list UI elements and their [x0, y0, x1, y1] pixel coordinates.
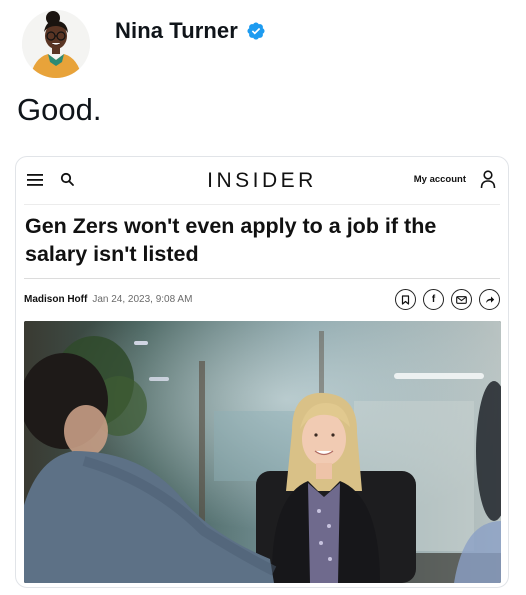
- byline: Madison Hoff Jan 24, 2023, 9:08 AM: [24, 294, 192, 305]
- article-author[interactable]: Madison Hoff: [24, 294, 87, 305]
- facebook-icon: f: [431, 294, 436, 305]
- author-avatar[interactable]: [22, 10, 90, 78]
- share-icon: [485, 296, 494, 303]
- author-row: Nina Turner: [115, 18, 266, 44]
- tweet-text: Good.: [17, 92, 102, 127]
- email-share-button[interactable]: [451, 289, 472, 310]
- user-icon[interactable]: [480, 169, 496, 189]
- avatar-illustration: [22, 10, 90, 78]
- share-buttons: f: [395, 289, 500, 310]
- bookmark-button[interactable]: [395, 289, 416, 310]
- article-card[interactable]: INSIDER My account Gen Zers won't even a…: [15, 156, 509, 588]
- headline-divider: [24, 278, 500, 279]
- my-account-link[interactable]: My account: [414, 174, 466, 185]
- verified-badge-icon: [247, 22, 265, 40]
- author-name[interactable]: Nina Turner: [115, 18, 238, 44]
- office-interview-photo: [24, 321, 501, 583]
- article-timestamp: Jan 24, 2023, 9:08 AM: [92, 294, 193, 305]
- header-divider: [24, 204, 500, 205]
- bookmark-icon: [401, 294, 410, 305]
- facebook-share-button[interactable]: f: [423, 289, 444, 310]
- email-icon: [456, 295, 467, 304]
- article-headline[interactable]: Gen Zers won't even apply to a job if th…: [25, 212, 495, 268]
- article-header: INSIDER My account: [16, 157, 508, 203]
- article-photo[interactable]: [24, 321, 501, 583]
- share-button[interactable]: [479, 289, 500, 310]
